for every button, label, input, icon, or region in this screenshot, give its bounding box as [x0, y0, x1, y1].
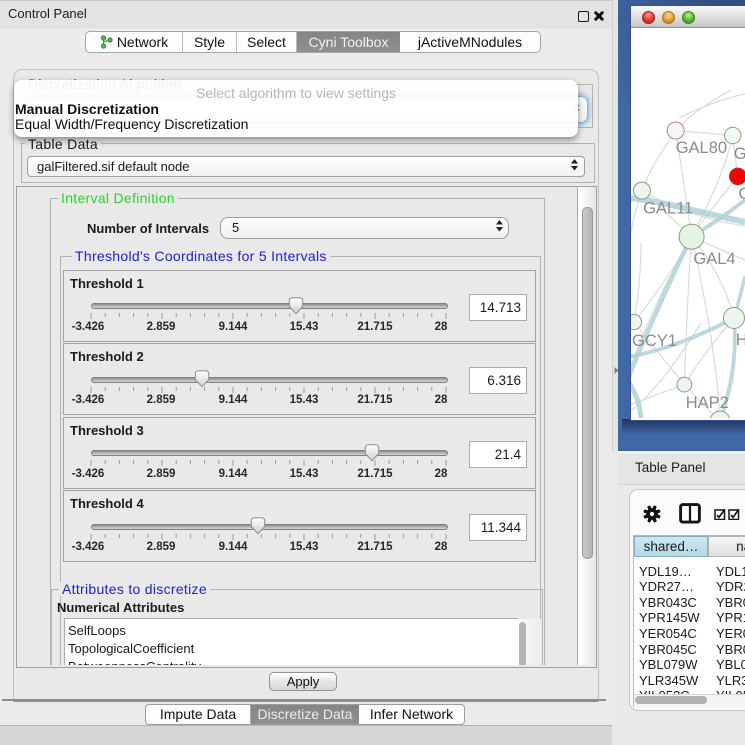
- svg-text:HIS: HIS: [736, 331, 745, 349]
- svg-text:GAL4: GAL4: [693, 250, 735, 268]
- svg-text:GAL80: GAL80: [676, 139, 727, 157]
- svg-text:HAP2: HAP2: [686, 394, 729, 412]
- svg-text:GCY1: GCY1: [632, 332, 677, 350]
- svg-text:CR: CR: [739, 185, 745, 203]
- svg-text:GA: GA: [734, 145, 745, 163]
- svg-text:GAL11: GAL11: [643, 200, 693, 218]
